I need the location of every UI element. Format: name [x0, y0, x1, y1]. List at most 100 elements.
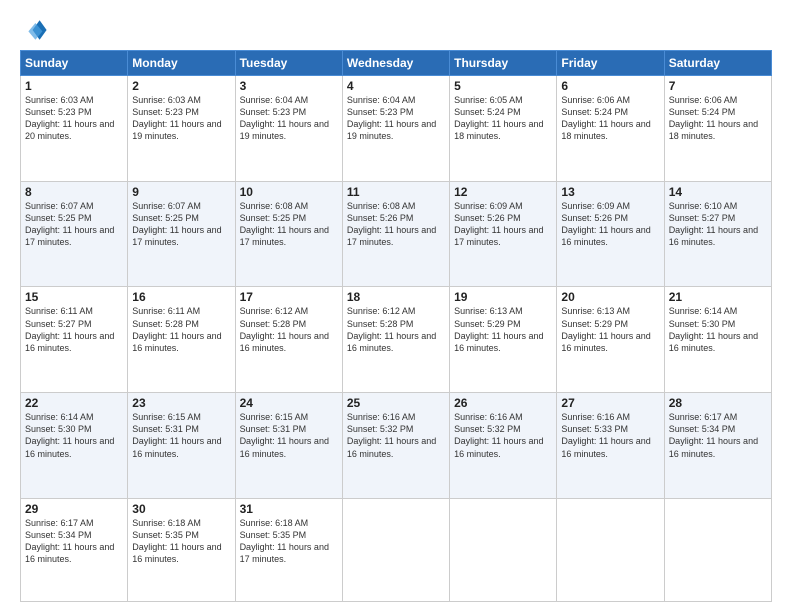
calendar-cell: 15 Sunrise: 6:11 AMSunset: 5:27 PMDaylig…	[21, 287, 128, 393]
day-info: Sunrise: 6:12 AMSunset: 5:28 PMDaylight:…	[347, 306, 436, 352]
day-number: 12	[454, 185, 552, 199]
day-number: 20	[561, 290, 659, 304]
calendar-cell: 26 Sunrise: 6:16 AMSunset: 5:32 PMDaylig…	[450, 393, 557, 499]
calendar-week-1: 1 Sunrise: 6:03 AMSunset: 5:23 PMDayligh…	[21, 76, 772, 182]
day-number: 25	[347, 396, 445, 410]
day-info: Sunrise: 6:11 AMSunset: 5:27 PMDaylight:…	[25, 306, 114, 352]
day-info: Sunrise: 6:10 AMSunset: 5:27 PMDaylight:…	[669, 201, 758, 247]
day-number: 24	[240, 396, 338, 410]
calendar-cell	[664, 498, 771, 601]
day-info: Sunrise: 6:15 AMSunset: 5:31 PMDaylight:…	[240, 412, 329, 458]
day-header-saturday: Saturday	[664, 51, 771, 76]
day-info: Sunrise: 6:06 AMSunset: 5:24 PMDaylight:…	[561, 95, 650, 141]
day-info: Sunrise: 6:16 AMSunset: 5:33 PMDaylight:…	[561, 412, 650, 458]
calendar-cell: 20 Sunrise: 6:13 AMSunset: 5:29 PMDaylig…	[557, 287, 664, 393]
calendar-cell: 1 Sunrise: 6:03 AMSunset: 5:23 PMDayligh…	[21, 76, 128, 182]
calendar-cell: 16 Sunrise: 6:11 AMSunset: 5:28 PMDaylig…	[128, 287, 235, 393]
calendar-cell: 18 Sunrise: 6:12 AMSunset: 5:28 PMDaylig…	[342, 287, 449, 393]
day-number: 3	[240, 79, 338, 93]
day-number: 4	[347, 79, 445, 93]
calendar-cell: 31 Sunrise: 6:18 AMSunset: 5:35 PMDaylig…	[235, 498, 342, 601]
calendar-cell: 25 Sunrise: 6:16 AMSunset: 5:32 PMDaylig…	[342, 393, 449, 499]
day-number: 1	[25, 79, 123, 93]
calendar-cell: 21 Sunrise: 6:14 AMSunset: 5:30 PMDaylig…	[664, 287, 771, 393]
day-number: 10	[240, 185, 338, 199]
day-info: Sunrise: 6:07 AMSunset: 5:25 PMDaylight:…	[132, 201, 221, 247]
calendar-cell: 3 Sunrise: 6:04 AMSunset: 5:23 PMDayligh…	[235, 76, 342, 182]
day-number: 28	[669, 396, 767, 410]
day-number: 17	[240, 290, 338, 304]
day-number: 26	[454, 396, 552, 410]
calendar-cell: 12 Sunrise: 6:09 AMSunset: 5:26 PMDaylig…	[450, 181, 557, 287]
calendar-cell	[342, 498, 449, 601]
day-header-wednesday: Wednesday	[342, 51, 449, 76]
day-info: Sunrise: 6:08 AMSunset: 5:25 PMDaylight:…	[240, 201, 329, 247]
day-number: 2	[132, 79, 230, 93]
day-number: 16	[132, 290, 230, 304]
day-number: 6	[561, 79, 659, 93]
day-number: 30	[132, 502, 230, 516]
day-info: Sunrise: 6:06 AMSunset: 5:24 PMDaylight:…	[669, 95, 758, 141]
day-info: Sunrise: 6:18 AMSunset: 5:35 PMDaylight:…	[132, 518, 221, 564]
calendar-cell: 8 Sunrise: 6:07 AMSunset: 5:25 PMDayligh…	[21, 181, 128, 287]
calendar-cell: 11 Sunrise: 6:08 AMSunset: 5:26 PMDaylig…	[342, 181, 449, 287]
logo	[20, 16, 52, 44]
day-header-tuesday: Tuesday	[235, 51, 342, 76]
day-number: 8	[25, 185, 123, 199]
calendar-cell: 9 Sunrise: 6:07 AMSunset: 5:25 PMDayligh…	[128, 181, 235, 287]
day-info: Sunrise: 6:08 AMSunset: 5:26 PMDaylight:…	[347, 201, 436, 247]
day-header-sunday: Sunday	[21, 51, 128, 76]
day-number: 21	[669, 290, 767, 304]
day-number: 9	[132, 185, 230, 199]
day-number: 14	[669, 185, 767, 199]
day-info: Sunrise: 6:17 AMSunset: 5:34 PMDaylight:…	[25, 518, 114, 564]
calendar-cell: 30 Sunrise: 6:18 AMSunset: 5:35 PMDaylig…	[128, 498, 235, 601]
day-info: Sunrise: 6:14 AMSunset: 5:30 PMDaylight:…	[25, 412, 114, 458]
calendar-header-row: SundayMondayTuesdayWednesdayThursdayFrid…	[21, 51, 772, 76]
day-info: Sunrise: 6:14 AMSunset: 5:30 PMDaylight:…	[669, 306, 758, 352]
calendar-cell: 5 Sunrise: 6:05 AMSunset: 5:24 PMDayligh…	[450, 76, 557, 182]
calendar-cell: 7 Sunrise: 6:06 AMSunset: 5:24 PMDayligh…	[664, 76, 771, 182]
calendar-cell: 10 Sunrise: 6:08 AMSunset: 5:25 PMDaylig…	[235, 181, 342, 287]
day-info: Sunrise: 6:16 AMSunset: 5:32 PMDaylight:…	[454, 412, 543, 458]
day-number: 7	[669, 79, 767, 93]
calendar-cell: 27 Sunrise: 6:16 AMSunset: 5:33 PMDaylig…	[557, 393, 664, 499]
day-info: Sunrise: 6:17 AMSunset: 5:34 PMDaylight:…	[669, 412, 758, 458]
day-number: 18	[347, 290, 445, 304]
day-number: 15	[25, 290, 123, 304]
day-info: Sunrise: 6:09 AMSunset: 5:26 PMDaylight:…	[561, 201, 650, 247]
day-header-thursday: Thursday	[450, 51, 557, 76]
day-info: Sunrise: 6:18 AMSunset: 5:35 PMDaylight:…	[240, 518, 329, 564]
calendar-cell: 4 Sunrise: 6:04 AMSunset: 5:23 PMDayligh…	[342, 76, 449, 182]
day-number: 29	[25, 502, 123, 516]
page: SundayMondayTuesdayWednesdayThursdayFrid…	[0, 0, 792, 612]
calendar-week-2: 8 Sunrise: 6:07 AMSunset: 5:25 PMDayligh…	[21, 181, 772, 287]
calendar-cell	[450, 498, 557, 601]
logo-icon	[20, 16, 48, 44]
calendar-cell: 17 Sunrise: 6:12 AMSunset: 5:28 PMDaylig…	[235, 287, 342, 393]
calendar-cell: 13 Sunrise: 6:09 AMSunset: 5:26 PMDaylig…	[557, 181, 664, 287]
day-number: 23	[132, 396, 230, 410]
calendar-cell: 22 Sunrise: 6:14 AMSunset: 5:30 PMDaylig…	[21, 393, 128, 499]
calendar-cell: 29 Sunrise: 6:17 AMSunset: 5:34 PMDaylig…	[21, 498, 128, 601]
day-info: Sunrise: 6:03 AMSunset: 5:23 PMDaylight:…	[132, 95, 221, 141]
day-info: Sunrise: 6:13 AMSunset: 5:29 PMDaylight:…	[454, 306, 543, 352]
calendar-cell: 2 Sunrise: 6:03 AMSunset: 5:23 PMDayligh…	[128, 76, 235, 182]
day-info: Sunrise: 6:11 AMSunset: 5:28 PMDaylight:…	[132, 306, 221, 352]
day-info: Sunrise: 6:15 AMSunset: 5:31 PMDaylight:…	[132, 412, 221, 458]
header	[20, 16, 772, 44]
day-header-friday: Friday	[557, 51, 664, 76]
day-number: 19	[454, 290, 552, 304]
calendar-week-5: 29 Sunrise: 6:17 AMSunset: 5:34 PMDaylig…	[21, 498, 772, 601]
calendar-cell: 6 Sunrise: 6:06 AMSunset: 5:24 PMDayligh…	[557, 76, 664, 182]
calendar-cell: 19 Sunrise: 6:13 AMSunset: 5:29 PMDaylig…	[450, 287, 557, 393]
day-info: Sunrise: 6:13 AMSunset: 5:29 PMDaylight:…	[561, 306, 650, 352]
day-info: Sunrise: 6:05 AMSunset: 5:24 PMDaylight:…	[454, 95, 543, 141]
day-number: 27	[561, 396, 659, 410]
day-info: Sunrise: 6:03 AMSunset: 5:23 PMDaylight:…	[25, 95, 114, 141]
day-info: Sunrise: 6:04 AMSunset: 5:23 PMDaylight:…	[347, 95, 436, 141]
day-number: 5	[454, 79, 552, 93]
day-number: 13	[561, 185, 659, 199]
calendar-cell: 28 Sunrise: 6:17 AMSunset: 5:34 PMDaylig…	[664, 393, 771, 499]
calendar-cell	[557, 498, 664, 601]
